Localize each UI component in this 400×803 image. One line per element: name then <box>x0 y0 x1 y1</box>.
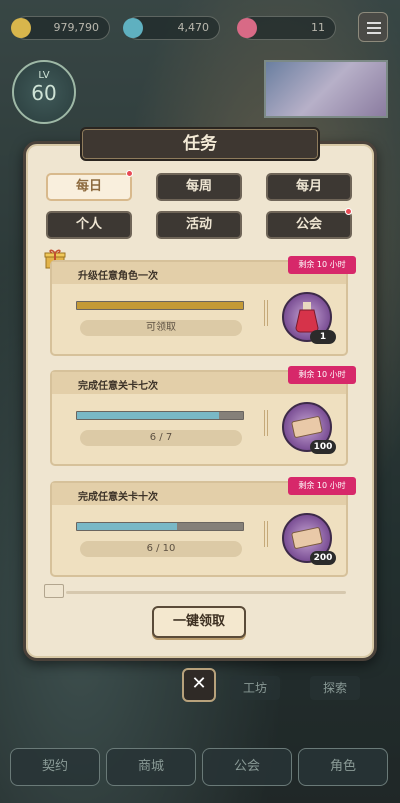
task-title: 升级任意角色一次 <box>78 271 158 282</box>
task-progress-fill <box>77 412 220 419</box>
menu-icon-line <box>367 32 381 34</box>
checkbox-icon <box>44 584 64 598</box>
explore-button[interactable]: 探索 <box>310 676 360 700</box>
nav-shop[interactable]: 商城 <box>106 748 196 786</box>
reward-quantity: 200 <box>310 551 336 565</box>
task-timer-badge: 剩余 10 小时 <box>288 256 356 274</box>
reward-quantity: 100 <box>310 440 336 454</box>
heart-counter[interactable]: 11 <box>237 16 336 40</box>
character-portrait[interactable] <box>264 60 388 118</box>
task-progress-fill <box>77 302 243 309</box>
reward-quantity: 1 <box>310 330 336 344</box>
tab-personal[interactable]: 个人 <box>46 211 132 239</box>
gold-counter[interactable]: 979,790 <box>11 16 110 40</box>
level-badge[interactable]: LV 60 <box>12 60 76 124</box>
divider <box>264 410 268 436</box>
menu-icon <box>367 22 381 24</box>
task-progress-bar <box>76 411 244 420</box>
tab-weekly[interactable]: 每周 <box>156 173 242 201</box>
gem-counter[interactable]: 4,470 <box>123 16 220 40</box>
task-progress-text: 6 / 7 <box>80 430 242 446</box>
close-button[interactable]: ✕ <box>182 668 216 702</box>
divider <box>264 300 268 326</box>
workshop-button[interactable]: 工坊 <box>230 676 280 700</box>
task-progress-fill <box>77 523 177 530</box>
task-progress-text[interactable]: 可领取 <box>80 320 242 336</box>
task-timer-badge: 剩余 10 小时 <box>288 477 356 495</box>
nav-contract[interactable]: 契约 <box>10 748 100 786</box>
tab-guild-notification-dot <box>345 208 352 215</box>
heart-value: 11 <box>311 21 325 34</box>
task-timer-badge: 剩余 10 小时 <box>288 366 356 384</box>
level-value: 60 <box>31 81 57 105</box>
gold-coin-icon <box>11 18 31 38</box>
nav-character[interactable]: 角色 <box>298 748 388 786</box>
task-progress-bar <box>76 301 244 310</box>
tab-event[interactable]: 活动 <box>156 211 242 239</box>
gem-value: 4,470 <box>177 21 210 34</box>
overall-progress-track <box>66 591 346 594</box>
menu-button[interactable] <box>358 12 388 42</box>
claim-all-button[interactable]: 一键领取 <box>152 606 246 638</box>
task-title: 完成任意关卡十次 <box>78 492 158 503</box>
tab-daily-notification-dot <box>126 170 133 177</box>
task-title: 完成任意关卡七次 <box>78 381 158 392</box>
task-card[interactable]: 升级任意角色一次 剩余 10 小时 可领取 1 <box>50 256 356 356</box>
task-progress-text: 6 / 10 <box>80 541 242 557</box>
tab-monthly[interactable]: 每月 <box>266 173 352 201</box>
dialog-title: 任务 <box>80 127 320 161</box>
divider <box>264 521 268 547</box>
heart-icon <box>237 18 257 38</box>
menu-icon-line <box>367 27 381 29</box>
level-prefix: LV <box>38 70 50 81</box>
task-progress-bar <box>76 522 244 531</box>
task-card[interactable]: 完成任意关卡七次 剩余 10 小时 6 / 7 100 <box>50 366 356 466</box>
nav-guild[interactable]: 公会 <box>202 748 292 786</box>
tab-daily[interactable]: 每日 <box>46 173 132 201</box>
gold-value: 979,790 <box>53 21 100 34</box>
tab-guild[interactable]: 公会 <box>266 211 352 239</box>
task-card[interactable]: 完成任意关卡十次 剩余 10 小时 6 / 10 200 <box>50 477 356 577</box>
gem-icon <box>123 18 143 38</box>
